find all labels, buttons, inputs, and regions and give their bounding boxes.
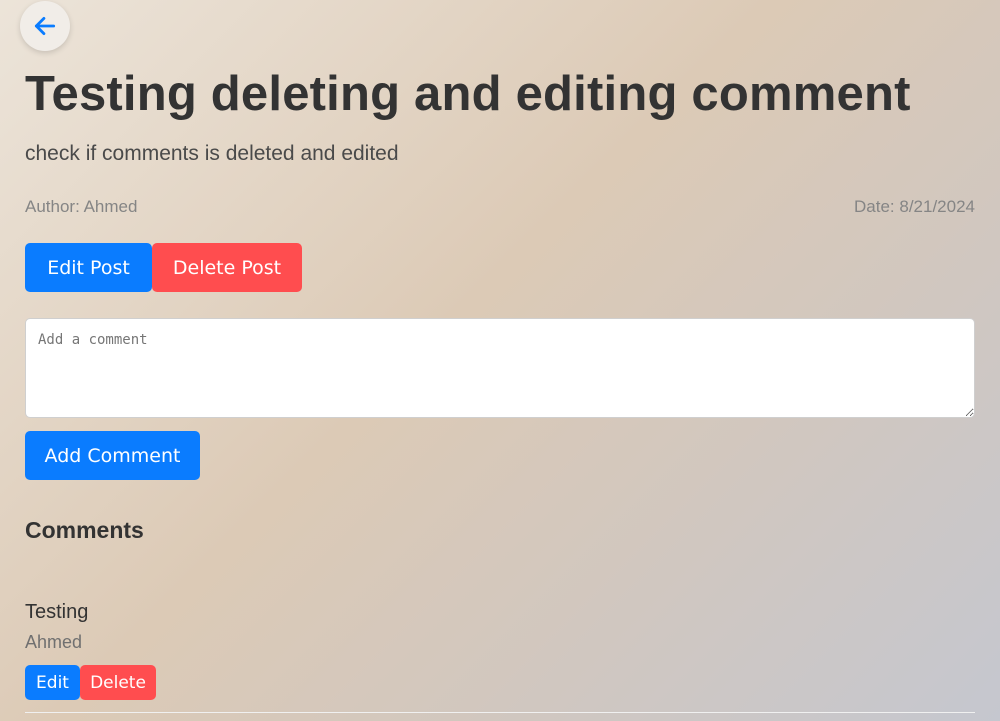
- comment-input[interactable]: [25, 318, 975, 418]
- post-description: check if comments is deleted and edited: [25, 142, 399, 165]
- post-title: Testing deleting and editing comment: [25, 67, 911, 121]
- edit-comment-button[interactable]: Edit: [25, 665, 80, 700]
- comment-divider: [25, 712, 975, 713]
- comment-author: Ahmed: [25, 632, 83, 652]
- post-date: Date: 8/21/2024: [854, 197, 975, 216]
- edit-post-button[interactable]: Edit Post: [25, 243, 152, 292]
- post-author: Author: Ahmed: [25, 197, 138, 216]
- add-comment-button[interactable]: Add Comment: [25, 431, 200, 480]
- delete-comment-button[interactable]: Delete: [80, 665, 156, 700]
- delete-post-button[interactable]: Delete Post: [152, 243, 302, 292]
- comments-heading: Comments: [25, 517, 144, 543]
- back-button[interactable]: [20, 1, 70, 51]
- comment-text: Testing: [25, 601, 89, 623]
- arrow-left-icon: [32, 13, 58, 39]
